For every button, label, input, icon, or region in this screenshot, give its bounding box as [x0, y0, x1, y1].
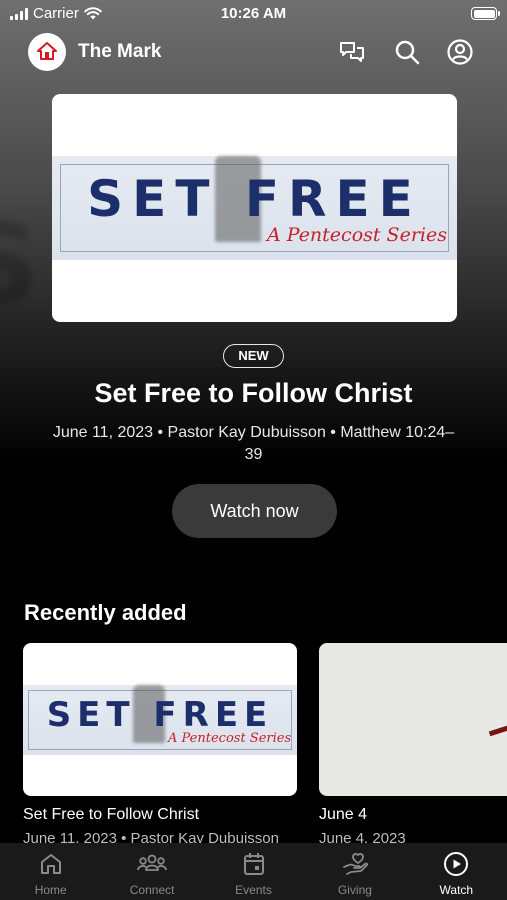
- recent-card-1-title: Set Free to Follow Christ: [23, 806, 200, 823]
- tab-events[interactable]: Events: [203, 843, 304, 900]
- search-icon[interactable]: [393, 38, 421, 66]
- tab-events-label: Events: [235, 883, 272, 897]
- tab-giving[interactable]: Giving: [304, 843, 405, 900]
- hero-title: Set Free to Follow Christ: [94, 378, 413, 408]
- recent-card-1[interactable]: SET FREE A Pentecost Series: [23, 643, 297, 796]
- watch-now-button[interactable]: Watch now: [172, 484, 337, 538]
- calendar-icon: [243, 853, 264, 875]
- section-title-recently-added: Recently added: [24, 600, 187, 625]
- chat-icon[interactable]: [338, 38, 366, 66]
- hero-meta: June 11, 2023 • Pastor Kay Dubuisson • M…: [52, 424, 455, 463]
- play-icon: [444, 852, 469, 876]
- battery-icon: [471, 7, 500, 20]
- home-icon: [40, 854, 61, 874]
- new-badge: NEW: [223, 344, 284, 368]
- recent-card-2-title: June 4: [319, 806, 368, 823]
- profile-icon[interactable]: [446, 38, 474, 66]
- tab-connect[interactable]: Connect: [101, 843, 202, 900]
- status-bar: Carrier 10:26 AM: [0, 0, 507, 28]
- tab-home[interactable]: Home: [0, 843, 101, 900]
- featured-sermon-thumbnail[interactable]: SET FREE A Pentecost Series: [52, 94, 457, 322]
- tab-home-label: Home: [34, 883, 67, 897]
- tab-watch[interactable]: Watch: [406, 843, 507, 900]
- tab-giving-label: Giving: [337, 883, 372, 897]
- recent-card-1-banner: SET FREE A Pentecost Series: [23, 685, 297, 755]
- church-logo-icon: [37, 42, 57, 60]
- people-icon: [137, 854, 168, 871]
- tab-watch-label: Watch: [439, 883, 474, 897]
- app-header: The Mark: [0, 32, 507, 72]
- tab-bar: Home Connect Events Giving Watch: [0, 843, 507, 900]
- tab-connect-label: Connect: [129, 883, 175, 897]
- app-title: The Mark: [78, 41, 162, 62]
- recent-card-1-banner-title: SET FREE: [46, 695, 274, 735]
- recent-card-2[interactable]: [319, 643, 507, 796]
- series-banner: SET FREE A Pentecost Series: [52, 156, 457, 260]
- banner-title: SET FREE: [87, 170, 422, 228]
- giving-icon: [343, 853, 369, 875]
- status-time: 10:26 AM: [220, 5, 287, 22]
- banner-subtitle: A Pentecost Series: [267, 224, 447, 246]
- recent-card-2-mark: [488, 724, 507, 737]
- church-logo[interactable]: [28, 33, 66, 71]
- recent-card-1-banner-subtitle: A Pentecost Series: [168, 731, 292, 746]
